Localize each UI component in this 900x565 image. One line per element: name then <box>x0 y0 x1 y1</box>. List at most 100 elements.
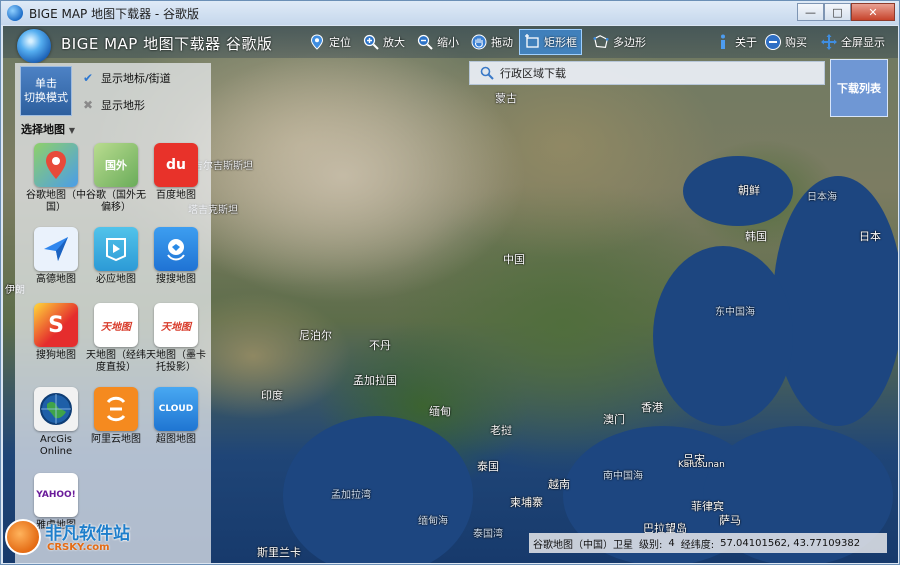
tool-fullscreen[interactable]: 全屏显示 <box>821 29 885 55</box>
fullscreen-icon <box>821 34 837 50</box>
supermap-cloud-icon: CLOUD <box>154 387 198 431</box>
tianditu-icon: 天地图 <box>154 303 198 347</box>
map-item-label: 天地图（墨卡托投影） <box>146 350 206 373</box>
map-label: 韩国 <box>745 230 767 243</box>
tianditu-icon: 天地图 <box>94 303 138 347</box>
map-label: 日本 <box>859 230 881 243</box>
map-item-label: 高德地图 <box>36 274 76 285</box>
option-show-terrain[interactable]: ✖ 显示地形 <box>83 97 145 113</box>
tool-about[interactable]: 关于 <box>715 29 757 55</box>
switch-mode-button[interactable]: 单击 切换模式 <box>20 66 72 116</box>
switch-mode-line2: 切换模式 <box>24 91 68 104</box>
map-tianditu-latlng[interactable]: 天地图 天地图（经纬度直投） <box>85 303 147 374</box>
polygon-icon <box>593 34 609 50</box>
window-title: BIGE MAP 地图下载器 - 谷歌版 <box>29 6 200 21</box>
status-coord-label: 经纬度: <box>680 539 715 551</box>
watermark-site: CRSKY.com <box>47 542 110 553</box>
map-item-label: 天地图（经纬度直投） <box>86 350 146 373</box>
status-level-label: 级别: <box>639 539 663 551</box>
select-map-label: 选择地图 <box>21 123 65 136</box>
watermark-logo-icon <box>5 519 41 555</box>
map-gaode[interactable]: 高德地图 <box>25 227 87 286</box>
map-canvas[interactable]: 蒙古 中国 朝鲜 日本海 韩国 日本 东中国海 尼泊尔 不丹 孟加拉国 印度 缅… <box>3 26 898 563</box>
status-bar: 谷歌地图（中国）卫星 级别: 4 经纬度: 57.04101562, 43.77… <box>529 533 887 553</box>
map-item-label: 超图地图 <box>156 434 196 445</box>
tool-buy[interactable]: 购买 <box>765 29 807 55</box>
map-bing[interactable]: 必应地图 <box>85 227 147 286</box>
map-label: 朝鲜 <box>738 184 760 197</box>
map-google-china[interactable]: 谷歌地图（中国） <box>25 143 87 214</box>
map-item-label: 阿里云地图 <box>91 434 141 445</box>
map-label: 缅甸海 <box>418 516 448 527</box>
info-icon <box>715 34 731 50</box>
tool-label: 定位 <box>329 36 351 49</box>
tool-zoom-out[interactable]: 缩小 <box>417 29 459 55</box>
app-name: BIGE MAP 地图下载器 谷歌版 <box>61 35 273 53</box>
map-source-panel: 单击 切换模式 选择地图 ▼ ✔ 显示地标/街道 ✖ 显示地形 谷歌地图（中国）… <box>15 63 211 563</box>
toolbar: BIGE MAP 地图下载器 谷歌版 定位 放大 缩小 拖动 矩形框 多边形 关… <box>3 26 898 63</box>
map-label: 南中国海 <box>603 471 643 482</box>
map-label: 东中国海 <box>715 307 755 318</box>
app-icon <box>7 5 23 21</box>
close-button[interactable]: ✕ <box>851 3 895 21</box>
map-label: 泰国 <box>477 460 499 473</box>
map-arcgis[interactable]: ArcGis Online <box>25 387 87 458</box>
location-pin-icon <box>309 34 325 50</box>
bigemap-logo <box>17 29 51 63</box>
status-level: 4 <box>668 537 675 549</box>
sea-area <box>773 176 898 426</box>
yahoo-maps-icon: YAHOO! <box>34 473 78 517</box>
tool-drag[interactable]: 拖动 <box>471 29 513 55</box>
tool-locate[interactable]: 定位 <box>309 29 351 55</box>
zoom-in-icon <box>363 34 379 50</box>
map-google-foreign[interactable]: 国外 谷歌（国外无偏移） <box>85 143 147 214</box>
chevron-down-icon: ▼ <box>68 126 75 135</box>
map-aliyun[interactable]: 阿里云地图 <box>85 387 147 446</box>
search-label: 行政区域下载 <box>500 67 566 80</box>
map-item-label: 搜狗地图 <box>36 350 76 361</box>
option-show-labels[interactable]: ✔ 显示地标/街道 <box>83 70 171 86</box>
tool-zoom-in[interactable]: 放大 <box>363 29 405 55</box>
minimize-button[interactable]: — <box>797 3 824 21</box>
map-supermap[interactable]: CLOUD 超图地图 <box>145 387 207 446</box>
maximize-button[interactable]: □ <box>824 3 851 21</box>
download-list-button[interactable]: 下载列表 <box>830 59 888 117</box>
map-label: 中国 <box>503 253 525 266</box>
gaode-maps-icon <box>34 227 78 271</box>
hand-drag-icon <box>471 34 487 50</box>
map-label: 老挝 <box>490 424 512 437</box>
map-tianditu-mercator[interactable]: 天地图 天地图（墨卡托投影） <box>145 303 207 374</box>
soso-maps-icon <box>154 227 198 271</box>
option-label: 显示地标/街道 <box>101 72 171 85</box>
tool-polygon[interactable]: 多边形 <box>593 29 646 55</box>
map-label: 孟加拉国 <box>353 374 397 387</box>
watermark-name: 非凡软件站 <box>45 524 130 544</box>
region-download-search[interactable]: 行政区域下载 <box>469 61 825 85</box>
select-map-dropdown[interactable]: 选择地图 ▼ <box>21 121 75 137</box>
sea-area <box>283 416 473 563</box>
cart-icon <box>765 34 781 50</box>
map-sogou[interactable]: S 搜狗地图 <box>25 303 87 362</box>
google-maps-foreign-icon: 国外 <box>94 143 138 187</box>
map-label: 孟加拉湾 <box>331 490 371 501</box>
tool-label: 放大 <box>383 36 405 49</box>
tool-rectangle[interactable]: 矩形框 <box>519 29 582 55</box>
option-label: 显示地形 <box>101 99 145 112</box>
map-baidu[interactable]: du 百度地图 <box>145 143 207 202</box>
map-label: 蒙古 <box>495 92 517 105</box>
status-coords: 57.04101562, 43.77109382 <box>720 537 861 549</box>
tool-label: 购买 <box>785 36 807 49</box>
map-item-label: ArcGis Online <box>39 434 73 457</box>
map-label: Kalusunan <box>678 460 725 470</box>
map-label: 不丹 <box>369 339 391 352</box>
map-label: 泰国湾 <box>473 529 503 540</box>
map-label: 香港 <box>641 401 663 414</box>
switch-mode-line1: 单击 <box>35 77 57 90</box>
map-item-label: 必应地图 <box>96 274 136 285</box>
map-item-label: 谷歌地图（中国） <box>26 190 86 213</box>
map-soso[interactable]: 搜搜地图 <box>145 227 207 286</box>
tool-label: 矩形框 <box>544 36 577 49</box>
map-label: 柬埔寨 <box>510 496 543 509</box>
tool-label: 多边形 <box>613 36 646 49</box>
zoom-out-icon <box>417 34 433 50</box>
